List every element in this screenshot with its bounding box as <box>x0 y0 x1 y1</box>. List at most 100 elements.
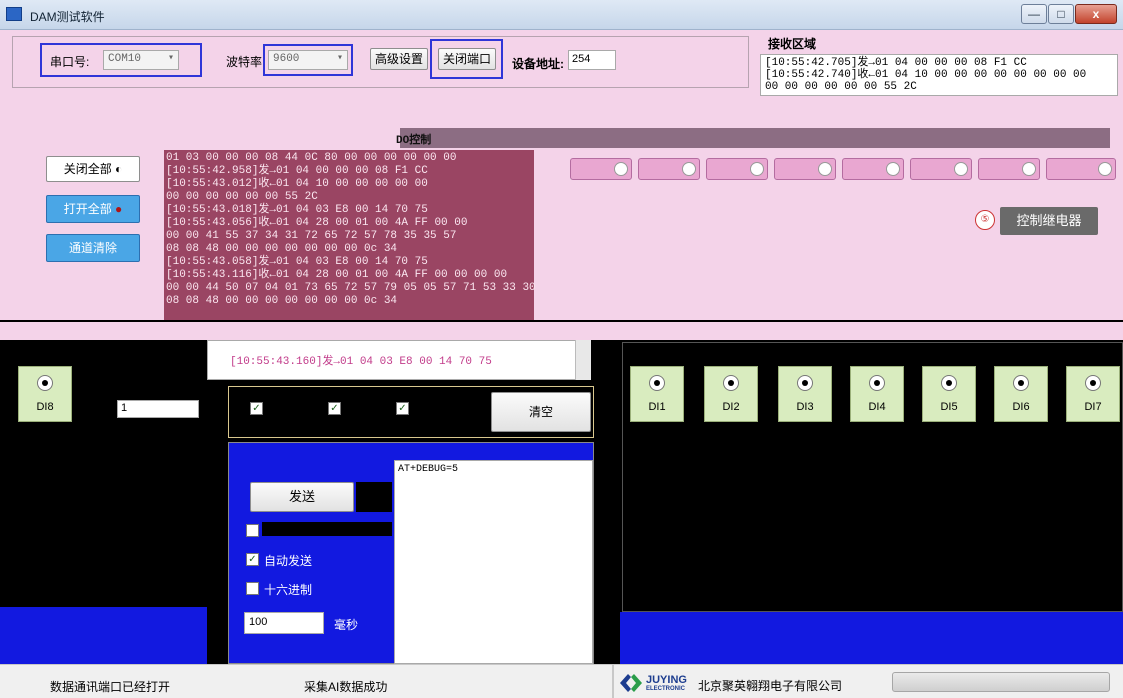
auto-send-label: 自动发送 <box>264 554 313 568</box>
switch-knob-icon <box>682 162 696 176</box>
option-checkbox-1[interactable]: ✓ <box>250 402 263 415</box>
do-switch-6[interactable] <box>910 158 972 180</box>
window-title: DAM测试软件 <box>30 10 105 24</box>
send-log-last-line: [10:55:43.160]发→01 04 03 E8 00 14 70 75 <box>230 356 492 368</box>
right-blue-panel <box>620 612 1123 664</box>
switch-knob-icon <box>954 162 968 176</box>
switch-knob-icon <box>614 162 628 176</box>
baud-select-value: 9600 <box>273 53 300 65</box>
di-label: DI3 <box>796 401 814 413</box>
option-checkbox-blank[interactable] <box>246 524 259 537</box>
brand-sub: ELECTRONIC <box>646 686 685 692</box>
interval-input[interactable]: 100 <box>244 612 324 634</box>
send-log-scrollbar[interactable] <box>575 340 591 380</box>
status-progress-bar <box>892 672 1110 692</box>
do-switch-3[interactable] <box>706 158 768 180</box>
toggle-on-icon: ● <box>115 202 123 216</box>
advanced-settings-button[interactable]: 高级设置 <box>370 48 428 70</box>
status-ai: 采集AI数据成功 <box>304 680 388 694</box>
do-switch-2[interactable] <box>638 158 700 180</box>
auto-send-checkbox[interactable]: ✓ <box>246 553 259 566</box>
close-all-button[interactable]: 关闭全部 ◐ <box>46 156 140 182</box>
address-label: 设备地址: <box>512 57 564 71</box>
switch-knob-icon <box>750 162 764 176</box>
close-window-button[interactable]: x <box>1075 4 1117 24</box>
do-strip <box>400 128 1110 148</box>
di-cell-8: DI8 <box>18 366 72 422</box>
status-divider <box>612 664 614 698</box>
option-checkbox-3[interactable]: ✓ <box>396 402 409 415</box>
di-label: DI6 <box>1012 401 1030 413</box>
led-icon <box>649 375 665 391</box>
maximize-button[interactable]: □ <box>1048 4 1074 24</box>
baud-select[interactable]: 9600 ▾ <box>268 50 348 70</box>
receive-title: 接收区域 <box>768 37 817 51</box>
title-bar <box>0 0 1123 30</box>
di-cell-2: DI2 <box>704 366 758 422</box>
app-icon <box>6 7 22 21</box>
interval-unit-label: 毫秒 <box>334 618 359 632</box>
led-icon <box>1013 375 1029 391</box>
company-name: 北京聚英翱翔电子有限公司 <box>698 679 843 693</box>
led-icon <box>869 375 885 391</box>
di-value-input[interactable]: 1 <box>117 400 199 418</box>
port-select-value: COM10 <box>108 53 142 65</box>
di-label: DI7 <box>1084 401 1102 413</box>
brand-name: JUYING <box>646 674 687 686</box>
do-switch-1[interactable] <box>570 158 632 180</box>
di-cell-1: DI1 <box>630 366 684 422</box>
do-switch-8[interactable] <box>1046 158 1116 180</box>
open-all-label: 打开全部 <box>63 202 112 216</box>
chevron-down-icon: ▾ <box>336 53 343 64</box>
option-bar <box>262 522 392 536</box>
di-label: DI1 <box>648 401 666 413</box>
di-label: DI8 <box>36 401 54 413</box>
do-switch-7[interactable] <box>978 158 1040 180</box>
clear-channel-button[interactable]: 通道清除 <box>46 234 140 262</box>
di-cell-7: DI7 <box>1066 366 1120 422</box>
left-blue-panel <box>0 607 207 664</box>
di-cell-5: DI5 <box>922 366 976 422</box>
receive-log[interactable]: [10:55:42.705]发→01 04 00 00 00 08 F1 CC … <box>760 54 1118 96</box>
option-checkbox-2[interactable]: ✓ <box>328 402 341 415</box>
do-switch-5[interactable] <box>842 158 904 180</box>
do-switch-4[interactable] <box>774 158 836 180</box>
led-icon <box>723 375 739 391</box>
address-input[interactable]: 254 <box>568 50 616 70</box>
log-text: 01 03 00 00 00 08 44 0C 80 00 00 00 00 0… <box>166 152 536 307</box>
send-textarea[interactable]: AT+DEBUG=5 <box>394 460 593 664</box>
led-icon <box>37 375 53 391</box>
switch-knob-icon <box>1022 162 1036 176</box>
baud-label: 波特率 <box>226 55 263 69</box>
di-cell-4: DI4 <box>850 366 904 422</box>
switch-knob-icon <box>886 162 900 176</box>
di-label: DI5 <box>940 401 958 413</box>
close-port-button[interactable]: 关闭端口 <box>438 48 496 70</box>
port-select[interactable]: COM10 ▾ <box>103 50 179 70</box>
step-badge: ⑤ <box>975 210 995 230</box>
control-relay-tooltip: 控制继电器 <box>1000 207 1098 235</box>
send-divider <box>356 482 392 512</box>
port-label: 串口号: <box>50 55 90 69</box>
minimize-button[interactable]: — <box>1021 4 1047 24</box>
hex-send-checkbox[interactable] <box>246 582 259 595</box>
toggle-off-icon: ◐ <box>115 162 123 176</box>
section-tab-strip <box>0 322 1123 340</box>
company-logo-icon <box>620 674 642 692</box>
di-label: DI2 <box>722 401 740 413</box>
switch-knob-icon <box>818 162 832 176</box>
led-icon <box>1085 375 1101 391</box>
led-icon <box>797 375 813 391</box>
clear-button[interactable]: 清空 <box>491 392 591 432</box>
open-all-button[interactable]: 打开全部 ● <box>46 195 140 223</box>
led-icon <box>941 375 957 391</box>
di-cell-3: DI3 <box>778 366 832 422</box>
do-section-label: DO控制 <box>396 135 432 147</box>
chevron-down-icon: ▾ <box>167 53 174 64</box>
send-button[interactable]: 发送 <box>250 482 354 512</box>
switch-knob-icon <box>1098 162 1112 176</box>
di-label: DI4 <box>868 401 886 413</box>
di-cell-6: DI6 <box>994 366 1048 422</box>
close-all-label: 关闭全部 <box>63 162 112 176</box>
status-port: 数据通讯端口已经打开 <box>50 680 171 694</box>
